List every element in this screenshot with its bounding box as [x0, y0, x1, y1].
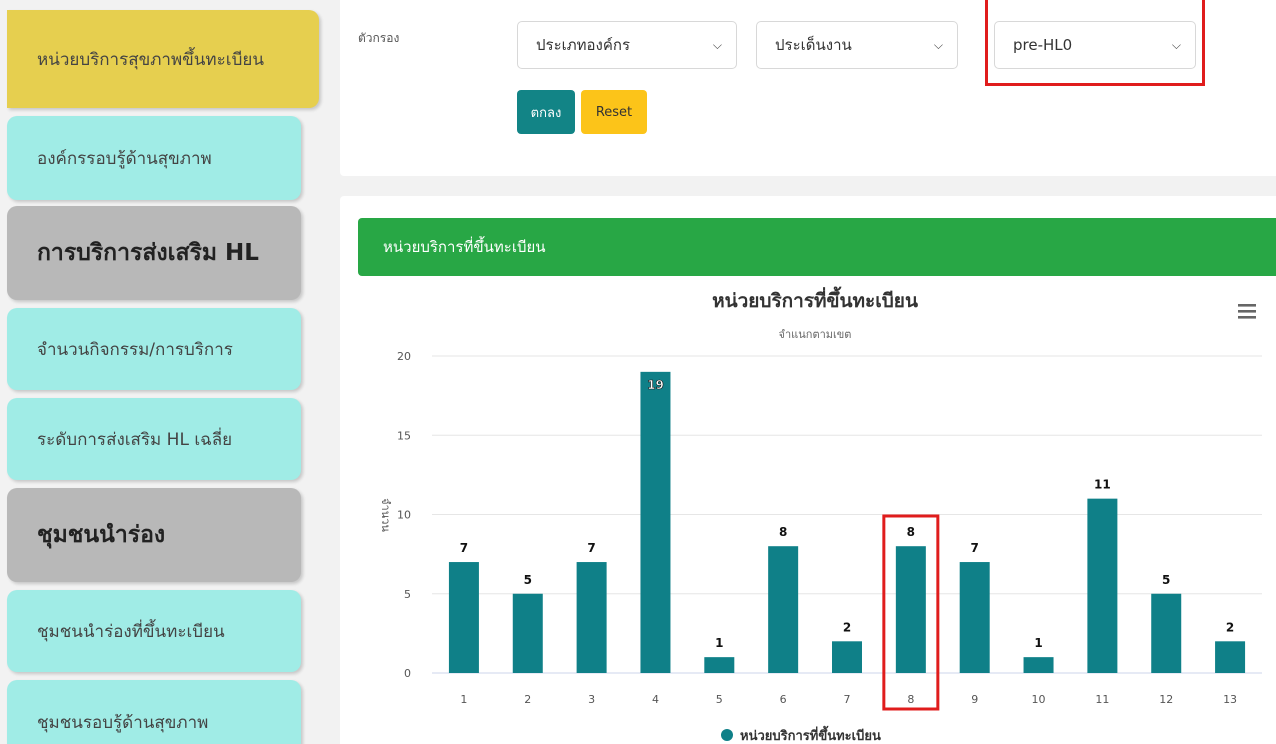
data-label: 1: [1034, 636, 1042, 650]
bar-7[interactable]: [832, 641, 862, 673]
x-tick-label: 4: [652, 693, 659, 706]
data-label: 2: [1226, 620, 1234, 634]
bar-4[interactable]: [640, 371, 671, 673]
data-label: 7: [971, 541, 979, 555]
data-label: 19: [647, 378, 664, 392]
hamburger-menu-icon[interactable]: [1238, 304, 1256, 319]
x-tick-label: 10: [1032, 693, 1046, 706]
x-tick-label: 7: [844, 693, 851, 706]
chart-subtitle: จำแนกตามเขต: [779, 328, 852, 341]
data-label: 7: [460, 541, 468, 555]
legend-label: หน่วยบริการที่ขึ้นทะเบียน: [740, 725, 881, 744]
chart-title: หน่วยบริการที่ขึ้นทะเบียน: [712, 286, 918, 312]
data-label: 11: [1094, 478, 1111, 492]
bar-13[interactable]: [1215, 641, 1246, 673]
y-tick-label: 0: [404, 667, 411, 680]
y-axis-label: จำนวน: [379, 498, 392, 532]
data-label: 7: [587, 541, 595, 555]
x-tick-label: 8: [907, 693, 914, 706]
bar-11[interactable]: [1087, 498, 1118, 673]
x-tick-label: 5: [716, 693, 723, 706]
bar-3[interactable]: [576, 562, 607, 673]
bar-12[interactable]: [1151, 593, 1182, 673]
bar-2[interactable]: [512, 593, 543, 673]
y-tick-label: 15: [397, 429, 411, 442]
y-tick-label: 20: [397, 350, 411, 363]
legend[interactable]: หน่วยบริการที่ขึ้นทะเบียน: [721, 725, 881, 744]
bar-1[interactable]: [448, 562, 479, 673]
y-tick-label: 5: [404, 588, 411, 601]
data-label: 5: [524, 573, 532, 587]
x-tick-label: 6: [780, 693, 787, 706]
y-tick-label: 10: [397, 509, 411, 522]
legend-marker: [721, 729, 733, 741]
x-tick-label: 3: [588, 693, 595, 706]
data-label: 2: [843, 620, 851, 634]
x-tick-label: 12: [1159, 693, 1173, 706]
x-tick-label: 11: [1095, 693, 1109, 706]
x-tick-label: 2: [524, 693, 531, 706]
bar-10[interactable]: [1023, 657, 1054, 673]
bar-6[interactable]: [768, 546, 799, 673]
bar-8[interactable]: [895, 546, 926, 673]
x-tick-label: 9: [971, 693, 978, 706]
data-label: 8: [779, 525, 787, 539]
bar-9[interactable]: [959, 562, 990, 673]
bar-chart: หน่วยบริการที่ขึ้นทะเบียน จำแนกตามเขต จำ…: [379, 286, 1262, 744]
bar-5[interactable]: [704, 657, 735, 673]
data-label: 8: [907, 525, 915, 539]
data-label: 5: [1162, 573, 1170, 587]
data-label: 1: [715, 636, 723, 650]
x-tick-label: 13: [1223, 693, 1237, 706]
x-tick-label: 1: [460, 693, 467, 706]
